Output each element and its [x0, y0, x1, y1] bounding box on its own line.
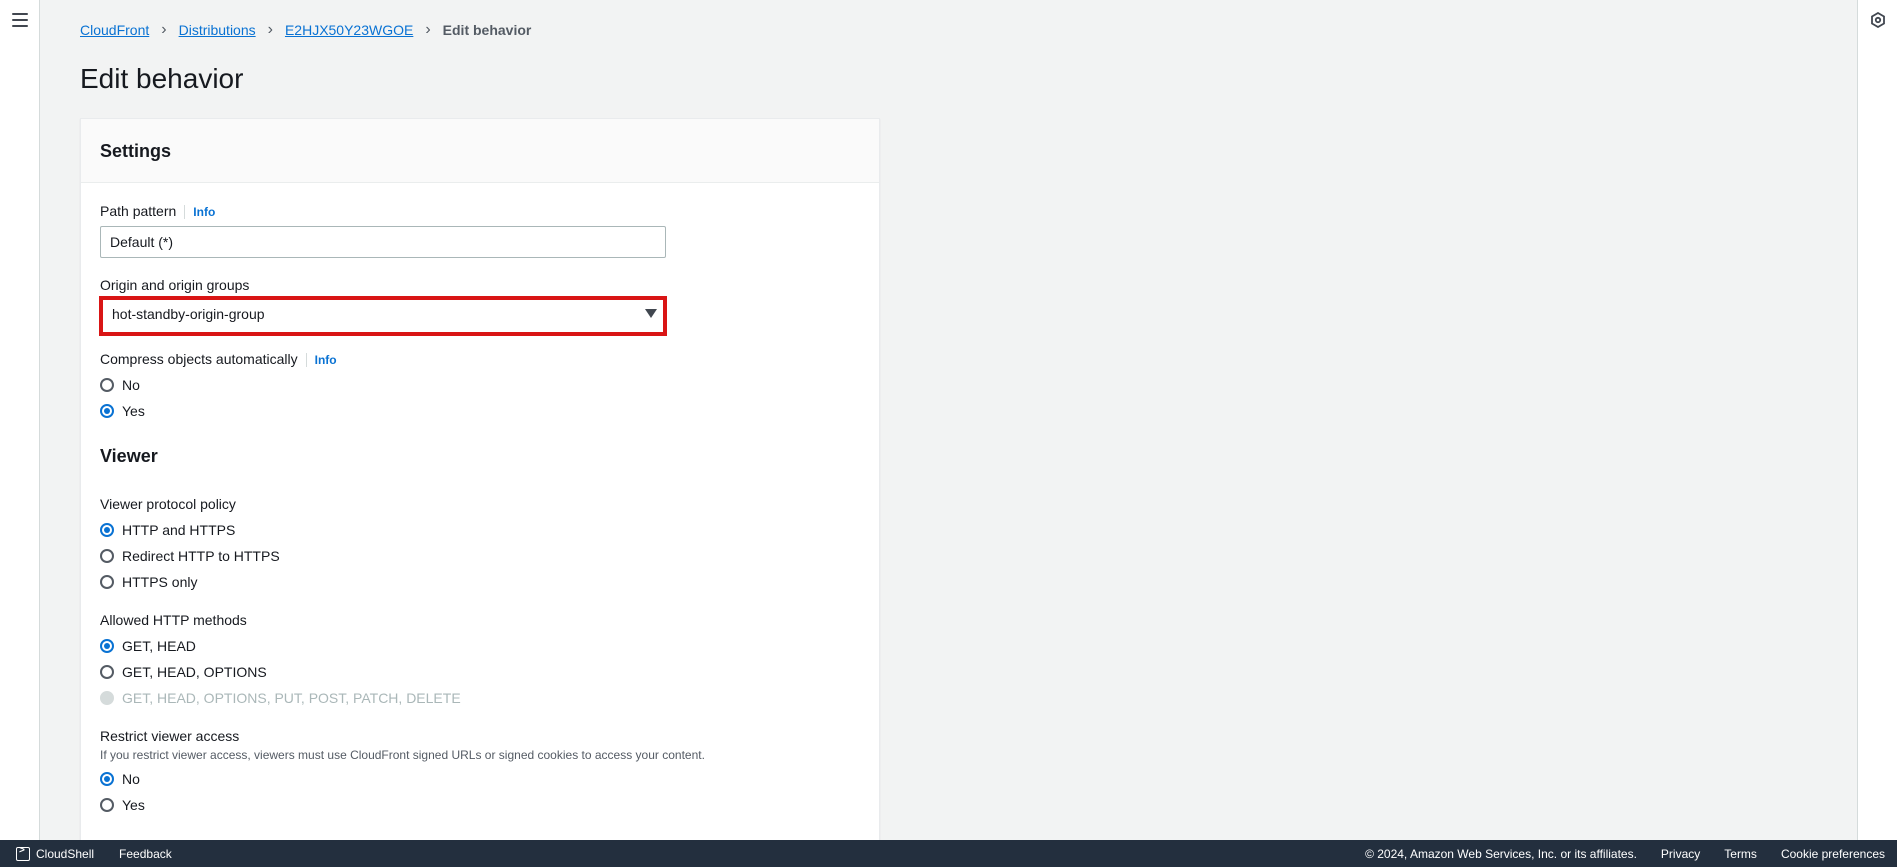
radio-disabled-icon — [100, 691, 114, 705]
radio-selected-icon — [100, 404, 114, 418]
radio-icon — [100, 378, 114, 392]
left-navigation-rail — [0, 0, 40, 840]
settings-hexagon-icon[interactable] — [1870, 12, 1886, 28]
origin-select-highlight: hot-standby-origin-group — [99, 296, 667, 336]
compress-info-link[interactable]: Info — [305, 353, 337, 367]
path-pattern-label-text: Path pattern — [100, 203, 177, 219]
restrict-label: Restrict viewer access — [100, 728, 240, 744]
console-footer: CloudShell Feedback © 2024, Amazon Web S… — [0, 840, 1897, 867]
right-tools-rail — [1857, 0, 1897, 840]
radio-icon — [100, 665, 114, 679]
path-pattern-label: Path pattern Info — [100, 203, 215, 219]
terms-link[interactable]: Terms — [1724, 847, 1757, 861]
radio-icon — [100, 798, 114, 812]
compress-option-no-label: No — [122, 377, 140, 393]
settings-panel: Settings Path pattern Info Origin and ori… — [80, 118, 880, 848]
cloudshell-label: CloudShell — [36, 846, 95, 861]
restrict-description: If you restrict viewer access, viewers m… — [100, 748, 705, 762]
protocol-option-redirect[interactable]: Redirect HTTP to HTTPS — [100, 548, 280, 564]
breadcrumb-distributions[interactable]: Distributions — [179, 22, 256, 38]
chevron-right-icon: › — [425, 21, 431, 38]
restrict-option-no[interactable]: No — [100, 771, 140, 787]
origin-select[interactable]: hot-standby-origin-group — [103, 300, 663, 332]
origin-label: Origin and origin groups — [100, 277, 250, 293]
protocol-option-http-https[interactable]: HTTP and HTTPS — [100, 522, 235, 538]
compress-option-no[interactable]: No — [100, 377, 140, 393]
compress-option-yes[interactable]: Yes — [100, 403, 145, 419]
cloudshell-button[interactable]: CloudShell — [16, 845, 95, 861]
methods-option-get-head-options[interactable]: GET, HEAD, OPTIONS — [100, 664, 267, 680]
page-title: Edit behavior — [80, 63, 244, 94]
caret-down-icon — [645, 309, 657, 318]
methods-option-get-head[interactable]: GET, HEAD — [100, 638, 196, 654]
breadcrumb: CloudFront › Distributions › E2HJX50Y23W… — [80, 21, 532, 39]
breadcrumb-distribution-id[interactable]: E2HJX50Y23WGOE — [285, 22, 413, 38]
copyright-text: © 2024, Amazon Web Services, Inc. or its… — [1365, 846, 1637, 861]
breadcrumb-current: Edit behavior — [442, 22, 532, 38]
path-pattern-info-link[interactable]: Info — [184, 205, 215, 219]
path-pattern-input[interactable] — [100, 226, 666, 258]
radio-selected-icon — [100, 523, 114, 537]
restrict-option-yes-label: Yes — [122, 797, 145, 813]
compress-option-yes-label: Yes — [122, 403, 145, 419]
viewer-section-title: Viewer — [100, 446, 158, 466]
feedback-link[interactable]: Feedback — [119, 847, 172, 861]
methods-option-label: GET, HEAD, OPTIONS — [122, 664, 267, 680]
methods-label: Allowed HTTP methods — [100, 612, 247, 628]
chevron-right-icon: › — [161, 21, 167, 38]
protocol-option-label: Redirect HTTP to HTTPS — [122, 548, 280, 564]
settings-header: Settings — [81, 119, 879, 183]
protocol-option-label: HTTPS only — [122, 574, 198, 590]
methods-option-all: GET, HEAD, OPTIONS, PUT, POST, PATCH, DE… — [100, 690, 461, 706]
methods-option-label: GET, HEAD, OPTIONS, PUT, POST, PATCH, DE… — [122, 690, 461, 706]
restrict-option-yes[interactable]: Yes — [100, 797, 145, 813]
privacy-link[interactable]: Privacy — [1661, 847, 1700, 861]
radio-selected-icon — [100, 772, 114, 786]
protocol-option-https-only[interactable]: HTTPS only — [100, 574, 197, 590]
radio-icon — [100, 549, 114, 563]
compress-label-text: Compress objects automatically — [100, 351, 298, 367]
menu-icon[interactable] — [12, 13, 28, 27]
breadcrumb-cloudfront[interactable]: CloudFront — [80, 22, 149, 38]
cookie-preferences-link[interactable]: Cookie preferences — [1781, 847, 1885, 861]
radio-selected-icon — [100, 639, 114, 653]
compress-label: Compress objects automatically Info — [100, 351, 337, 367]
origin-select-value: hot-standby-origin-group — [112, 306, 265, 322]
methods-option-label: GET, HEAD — [122, 638, 196, 654]
chevron-right-icon: › — [267, 21, 273, 38]
radio-icon — [100, 575, 114, 589]
protocol-label: Viewer protocol policy — [100, 496, 236, 512]
restrict-option-no-label: No — [122, 771, 140, 787]
protocol-option-label: HTTP and HTTPS — [122, 522, 236, 538]
terminal-icon — [16, 845, 30, 861]
